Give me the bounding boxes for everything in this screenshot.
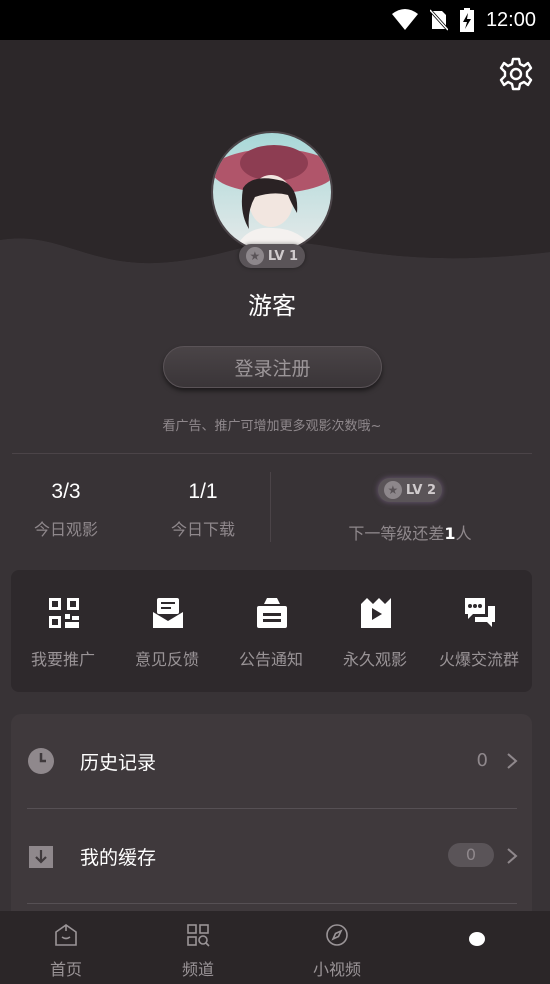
shortcut-panel: 我要推广 意见反馈 公告通知 永久观影 火爆交流群	[11, 570, 532, 692]
download-icon	[29, 846, 53, 868]
status-icons: 12:00	[391, 7, 536, 33]
avatar[interactable]	[211, 131, 333, 253]
compass-icon	[326, 924, 348, 946]
next-level-prefix: 下一等级还差	[348, 524, 445, 543]
shortcut-announcement[interactable]: 公告通知	[219, 570, 323, 692]
tab-short-video[interactable]: 小视频	[282, 911, 392, 984]
announcement-icon	[257, 598, 287, 628]
shortcut-permanent-view[interactable]: 永久观影	[323, 570, 427, 692]
star-icon: ★	[245, 247, 264, 265]
menu-label: 我的缓存	[80, 847, 157, 869]
menu-label: 历史记录	[80, 752, 157, 774]
shortcut-label: 我要推广	[30, 650, 95, 669]
tab-home[interactable]: 首页	[11, 911, 121, 984]
stat-label: 今日下载	[170, 520, 235, 539]
avatar-image	[213, 133, 331, 251]
history-count: 0	[476, 750, 488, 771]
wifi-icon	[391, 9, 418, 30]
next-level-badge: ★ LV 2	[378, 478, 442, 502]
level-badge-text: LV 1	[267, 248, 299, 264]
settings-gear-icon[interactable]	[498, 56, 534, 92]
stat-today-downloads: 1/1 今日下载	[151, 480, 255, 540]
level-badge: ★ LV 1	[239, 244, 305, 268]
shortcut-label: 永久观影	[342, 650, 407, 669]
bottom-tab-bar: 首页 频道 小视频	[0, 911, 550, 984]
next-level-text: 下一等级还差1人	[300, 520, 520, 544]
qr-code-icon	[49, 598, 79, 628]
tab-channel[interactable]: 频道	[143, 911, 253, 984]
menu-row-cache[interactable]: 我的缓存 0	[11, 809, 532, 903]
shortcut-label: 火爆交流群	[438, 650, 519, 669]
chat-group-icon	[465, 598, 495, 627]
chevron-right-icon	[507, 848, 518, 864]
ad-hint-text: 看广告、推广可增加更多观影次数哦~	[162, 419, 382, 434]
next-level-suffix: 人	[455, 524, 472, 543]
shortcut-label: 意见反馈	[134, 650, 199, 669]
menu-row-history[interactable]: 历史记录 0	[11, 714, 532, 808]
cache-count-badge: 0	[448, 843, 494, 867]
chevron-right-icon	[507, 753, 518, 769]
star-icon: ★	[383, 481, 402, 499]
status-bar: 12:00	[0, 0, 550, 40]
home-icon	[55, 924, 77, 946]
feedback-icon	[153, 598, 183, 628]
stat-value: 3/3	[51, 480, 81, 503]
next-level-badge-text: LV 2	[405, 482, 437, 498]
status-time: 12:00	[485, 8, 536, 31]
divider-vertical	[270, 472, 271, 542]
shortcut-feedback[interactable]: 意见反馈	[115, 570, 219, 692]
tab-label: 频道	[181, 960, 214, 979]
tab-label: 首页	[49, 960, 82, 979]
video-icon	[361, 598, 391, 628]
shortcut-promote[interactable]: 我要推广	[11, 570, 115, 692]
shortcut-label: 公告通知	[238, 650, 303, 669]
next-level-count: 1	[444, 524, 456, 543]
clock-icon	[28, 748, 54, 774]
tab-mine[interactable]	[422, 911, 532, 984]
divider	[27, 903, 517, 904]
divider	[12, 453, 532, 454]
menu-card: 历史记录 0 我的缓存 0	[11, 714, 532, 934]
stat-value: 1/1	[188, 480, 218, 503]
battery-charging-icon	[459, 8, 474, 32]
username: 游客	[248, 292, 296, 320]
stat-today-views: 3/3 今日观影	[14, 480, 118, 540]
grid-icon	[187, 924, 210, 947]
stat-label: 今日观影	[33, 520, 98, 539]
no-sim-icon	[429, 9, 448, 31]
shortcut-chat-group[interactable]: 火爆交流群	[427, 570, 531, 692]
login-register-button[interactable]: 登录注册	[163, 346, 382, 388]
tab-label: 小视频	[312, 960, 361, 979]
profile-icon	[469, 932, 485, 946]
